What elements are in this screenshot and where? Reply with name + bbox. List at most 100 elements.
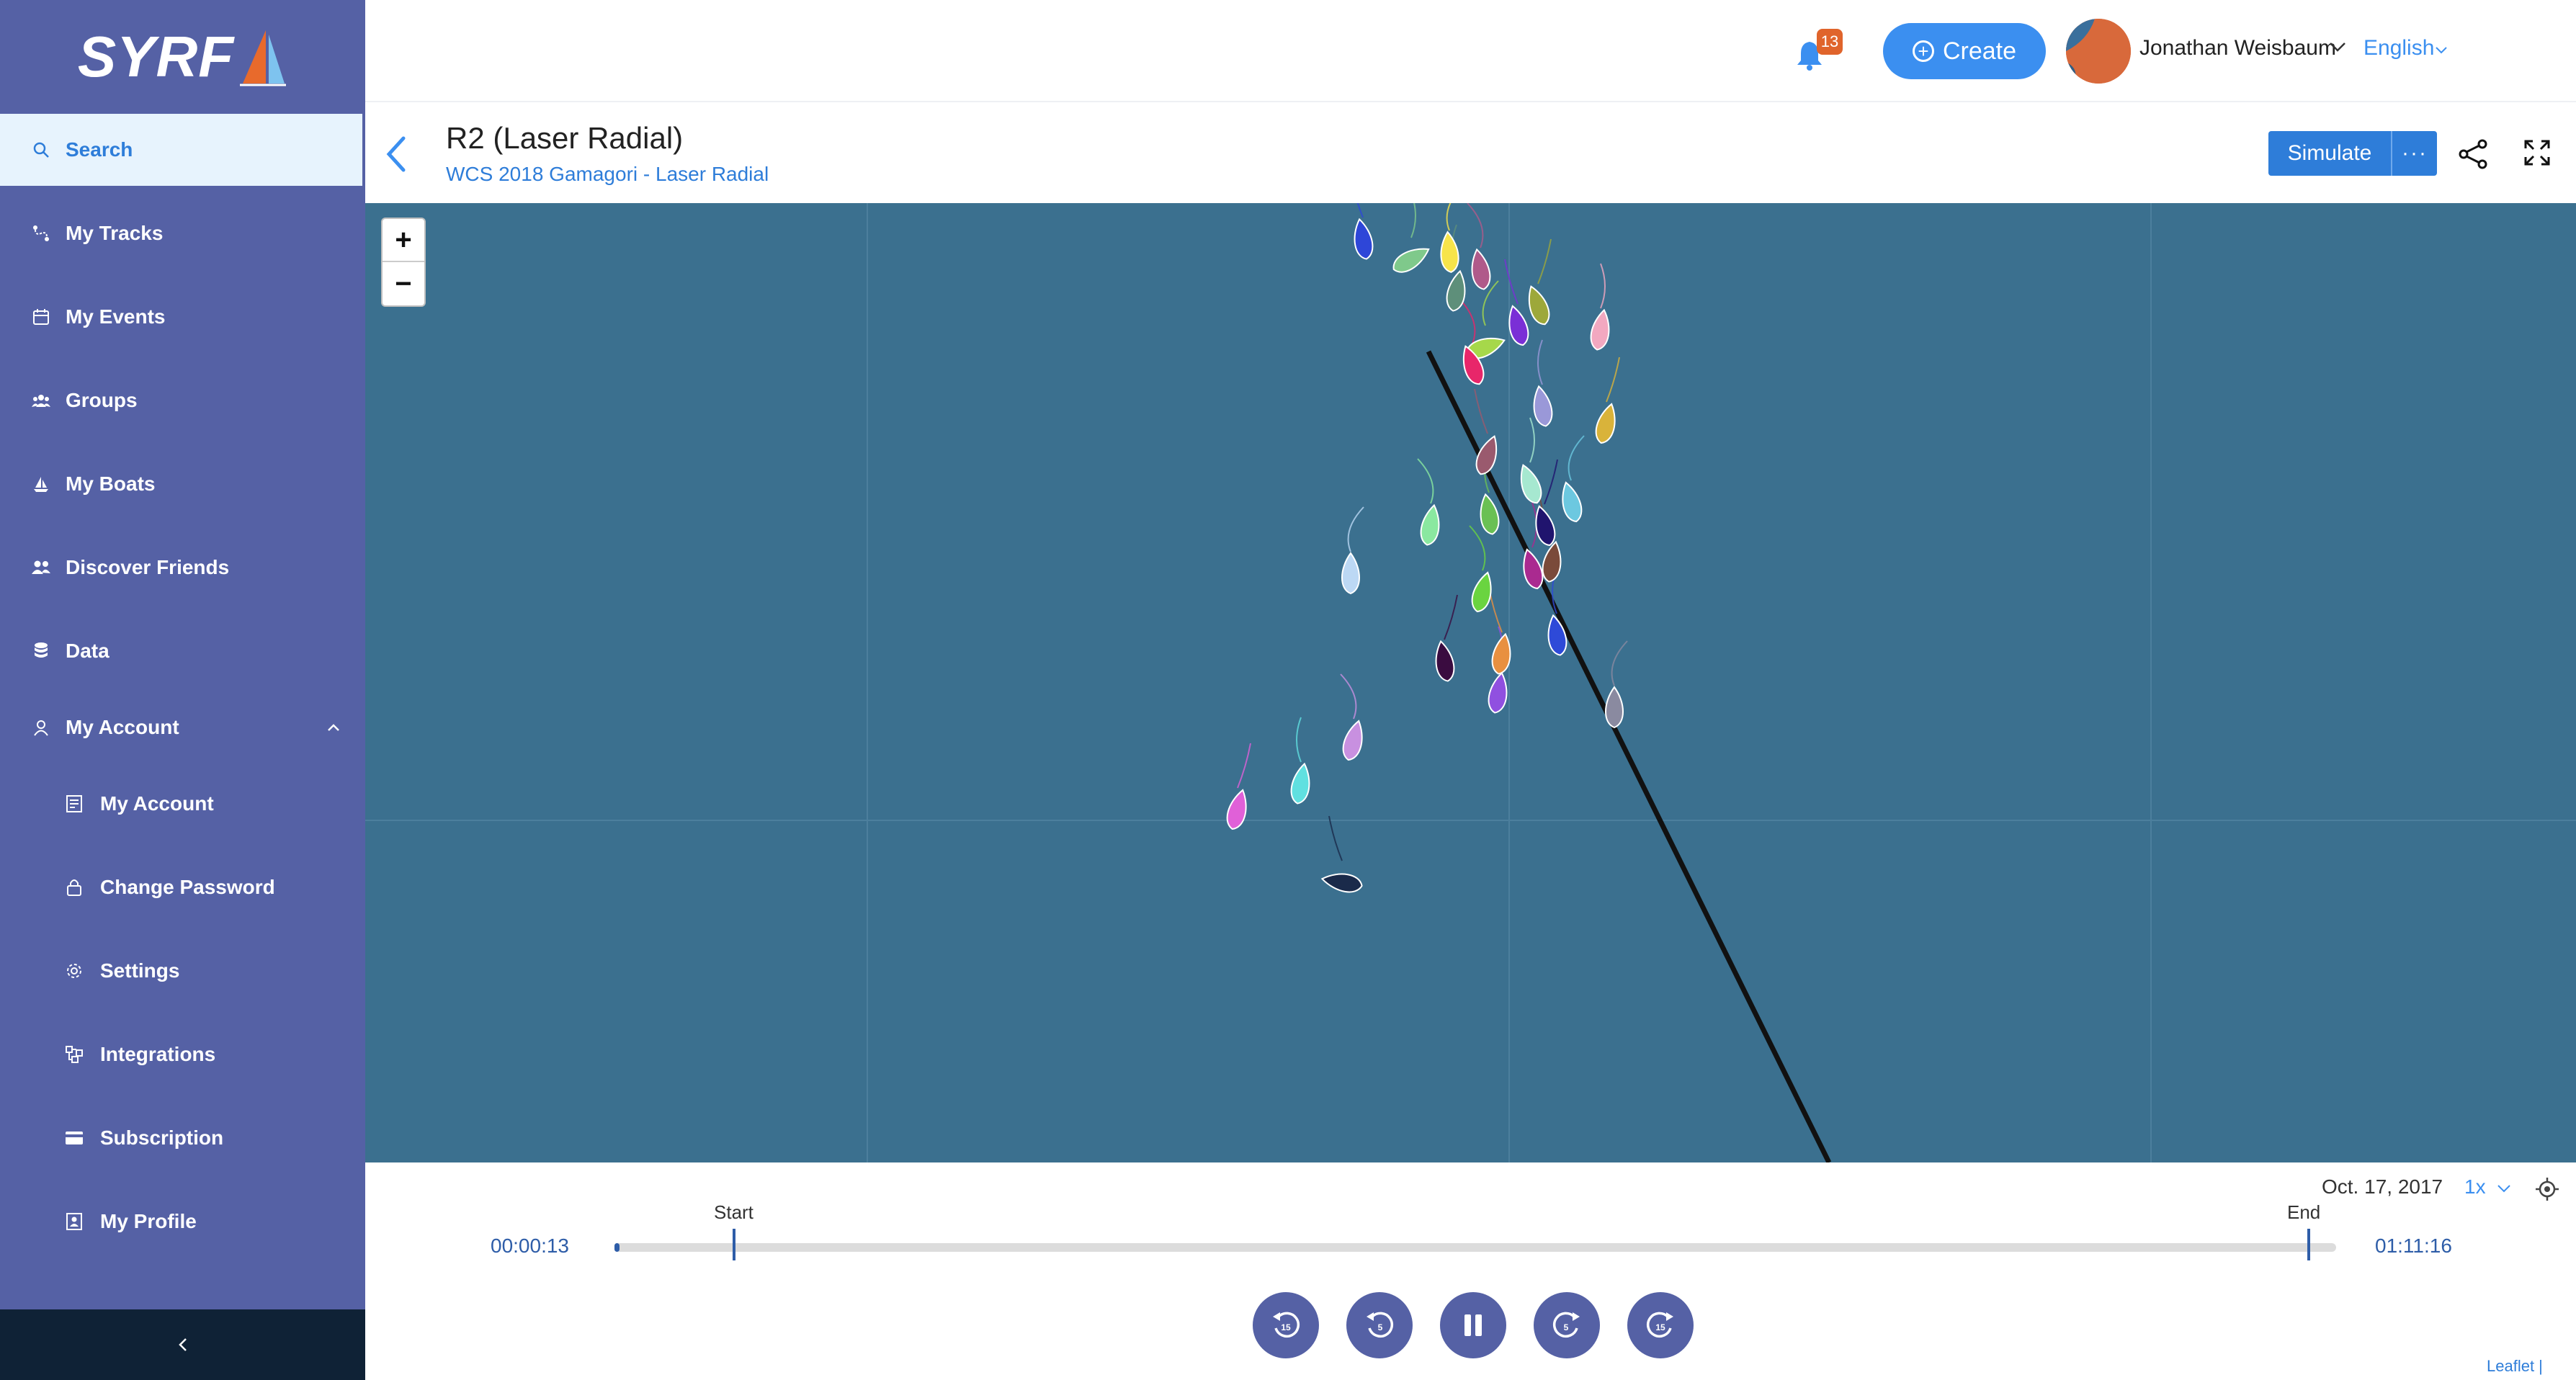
rewind-5-button[interactable]: 5	[1346, 1292, 1413, 1358]
boat-track	[1417, 458, 1434, 504]
chevron-up-icon[interactable]	[326, 720, 341, 735]
pause-button[interactable]	[1440, 1292, 1506, 1358]
boat-marker[interactable]	[1468, 248, 1492, 290]
boat-track	[1567, 435, 1585, 481]
forward-5-button[interactable]: 5	[1534, 1292, 1600, 1358]
boat-track	[1467, 203, 1484, 248]
speed-selector[interactable]: 1x	[2464, 1175, 2511, 1198]
svg-text:5: 5	[1564, 1322, 1569, 1332]
sidebar-item-discover-friends[interactable]: Discover Friends	[0, 532, 362, 604]
boat-track	[1474, 388, 1488, 434]
boat-marker[interactable]	[1351, 218, 1374, 260]
map-attribution[interactable]: Leaflet |	[2487, 1357, 2543, 1376]
database-icon	[32, 642, 50, 660]
sidebar: SYRF Search My Tracks My Events Groups M…	[0, 0, 365, 1380]
boat-marker[interactable]	[1224, 788, 1251, 831]
sidebar-subitem-integrations[interactable]: Integrations	[0, 1018, 362, 1090]
sidebar-item-search[interactable]: Search	[0, 114, 362, 186]
simulate-button-group: Simulate ···	[2268, 131, 2437, 176]
boat-marker[interactable]	[1340, 719, 1367, 762]
boat-marker[interactable]	[1544, 614, 1568, 656]
boats-layer	[1224, 203, 1628, 894]
boat-track	[1537, 339, 1543, 385]
boat-track	[1340, 673, 1357, 720]
sidebar-item-label: Subscription	[100, 1126, 224, 1149]
sidebar-subitem-my-account[interactable]: My Account	[0, 768, 362, 840]
sidebar-item-label: Data	[66, 640, 109, 662]
map-canvas[interactable]	[365, 203, 2576, 1162]
logo-text: SYRF	[77, 24, 235, 89]
chevron-down-icon[interactable]	[2435, 46, 2448, 55]
boat-marker[interactable]	[1540, 540, 1564, 583]
boat-marker[interactable]	[1593, 402, 1620, 445]
boat-marker[interactable]	[1515, 462, 1545, 506]
rewind-5-icon: 5	[1367, 1312, 1394, 1338]
boat-marker[interactable]	[1439, 230, 1460, 273]
pause-icon	[1464, 1314, 1482, 1336]
sidebar-item-label: Discover Friends	[66, 556, 230, 578]
sidebar-item-my-boats[interactable]: My Boats	[0, 448, 362, 520]
boat-marker[interactable]	[1341, 552, 1360, 595]
zoom-control: + −	[381, 218, 426, 307]
avatar[interactable]	[2066, 19, 2131, 84]
create-button[interactable]: + Create	[1883, 23, 2046, 79]
start-line	[1426, 350, 1832, 1162]
sidebar-subitem-subscription[interactable]: Subscription	[0, 1102, 362, 1174]
sidebar-subitem-settings[interactable]: Settings	[0, 935, 362, 1007]
boat-marker[interactable]	[1523, 284, 1553, 328]
boat-marker[interactable]	[1588, 308, 1612, 351]
user-icon	[32, 718, 50, 737]
more-options-button[interactable]: ···	[2392, 131, 2437, 176]
friends-icon	[32, 558, 50, 577]
sidebar-item-my-tracks[interactable]: My Tracks	[0, 197, 362, 269]
syrf-logo[interactable]: SYRF	[0, 0, 365, 114]
sidebar-subitem-change-password[interactable]: Change Password	[0, 851, 362, 923]
boat-icon	[32, 475, 50, 493]
start-marker[interactable]	[733, 1229, 735, 1260]
sidebar-item-my-account[interactable]: My Account	[0, 691, 362, 763]
share-icon[interactable]	[2458, 138, 2490, 170]
boat-marker[interactable]	[1469, 570, 1496, 614]
zoom-out-button[interactable]: −	[383, 262, 424, 305]
boat-marker[interactable]	[1418, 503, 1442, 546]
fullscreen-icon[interactable]	[2523, 138, 2552, 167]
boat-marker[interactable]	[1504, 304, 1531, 347]
boat-marker[interactable]	[1432, 640, 1456, 682]
sidebar-item-data[interactable]: Data	[0, 615, 362, 687]
chevron-left-icon	[178, 1338, 187, 1351]
sidebar-item-my-events[interactable]: My Events	[0, 281, 362, 353]
current-time: 00:00:13	[491, 1235, 569, 1257]
boat-track	[1469, 525, 1486, 571]
simulate-button[interactable]: Simulate	[2268, 131, 2392, 176]
user-name[interactable]: Jonathan Weisbaum	[2139, 36, 2336, 61]
sidebar-item-groups[interactable]: Groups	[0, 364, 362, 436]
boat-marker[interactable]	[1519, 547, 1546, 591]
boat-marker[interactable]	[1320, 870, 1363, 894]
boat-marker[interactable]	[1557, 480, 1585, 524]
race-map[interactable]: + −	[365, 203, 2576, 1162]
boat-marker[interactable]	[1390, 242, 1433, 277]
sidebar-item-label: Search	[66, 138, 133, 161]
language-selector[interactable]: English	[2363, 36, 2434, 61]
boat-track	[1356, 203, 1364, 218]
forward-15-button[interactable]: 15	[1627, 1292, 1694, 1358]
rewind-15-button[interactable]: 15	[1253, 1292, 1319, 1358]
chevron-down-icon[interactable]	[2328, 40, 2347, 53]
boat-track	[1237, 743, 1251, 789]
boat-marker[interactable]	[1490, 632, 1513, 675]
back-arrow-icon[interactable]	[382, 134, 411, 174]
boat-track	[1611, 640, 1628, 686]
zoom-in-button[interactable]: +	[383, 219, 424, 262]
boat-marker[interactable]	[1477, 493, 1501, 535]
sidebar-subitem-my-profile[interactable]: My Profile	[0, 1186, 362, 1258]
boat-marker[interactable]	[1486, 671, 1510, 714]
sidebar-collapse-button[interactable]	[0, 1309, 365, 1380]
timeline-slider[interactable]	[614, 1243, 2336, 1252]
boat-marker[interactable]	[1530, 385, 1554, 427]
end-marker-label: End	[2287, 1201, 2321, 1223]
boat-marker[interactable]	[1289, 762, 1312, 805]
boat-marker[interactable]	[1605, 686, 1624, 729]
locate-icon[interactable]	[2535, 1177, 2559, 1201]
end-marker[interactable]	[2307, 1229, 2310, 1260]
event-link[interactable]: WCS 2018 Gamagori - Laser Radial	[446, 163, 769, 186]
